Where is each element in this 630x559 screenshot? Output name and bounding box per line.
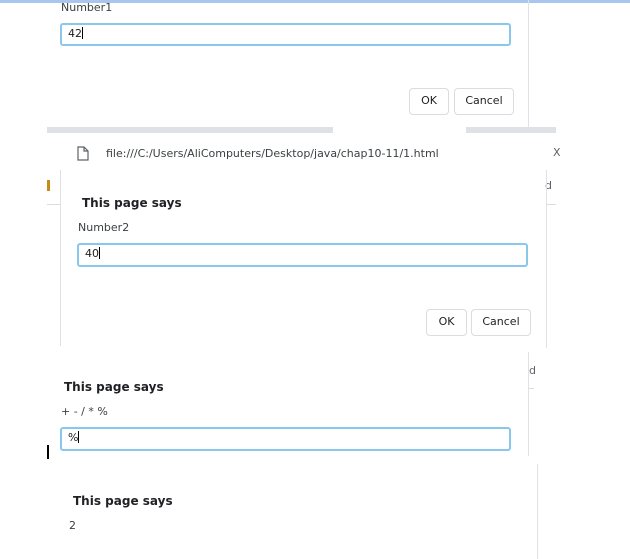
dialog2-left-border xyxy=(60,170,61,346)
dialog2-prompt-label: Number2 xyxy=(78,221,130,234)
dialog1-right-border xyxy=(528,0,529,128)
text-caret xyxy=(82,27,83,39)
text-caret xyxy=(99,247,100,259)
text-caret xyxy=(78,431,80,443)
page-divider-right xyxy=(546,204,556,205)
dialog3-prompt-input[interactable]: % xyxy=(60,427,511,451)
dialog2-prompt-input[interactable]: 40 xyxy=(77,243,528,267)
dialog2-title: This page says xyxy=(82,196,182,210)
tab-strip-left xyxy=(47,127,333,133)
dialog3-prompt-label: + - / * % xyxy=(61,405,108,418)
tab-strip-right xyxy=(466,127,556,133)
dialog2-cancel-button[interactable]: Cancel xyxy=(471,309,531,336)
page-divider-left xyxy=(47,204,61,205)
dialog2-right-border xyxy=(546,170,547,348)
page-icon xyxy=(77,146,89,161)
page-fragment-text-2: d xyxy=(529,364,536,377)
page-edge-cursor xyxy=(47,445,49,459)
page-edge-mark xyxy=(47,180,50,191)
dialog4-message: 2 xyxy=(69,519,76,532)
address-bar-url[interactable]: file:///C:/Users/AliComputers/Desktop/ja… xyxy=(106,147,439,160)
page-divider-3 xyxy=(529,388,534,389)
dialog4-title: This page says xyxy=(73,494,173,508)
dialog3-input-value: % xyxy=(68,431,79,444)
dialog2-ok-button[interactable]: OK xyxy=(426,309,467,336)
dialog2-input-value: 40 xyxy=(85,247,99,260)
dialog4-right-border xyxy=(537,464,538,559)
close-icon[interactable]: X xyxy=(553,146,561,159)
dialog1-prompt-input[interactable]: 42 xyxy=(60,23,511,46)
dialog1-prompt-label: Number1 xyxy=(61,1,113,14)
dialog1-ok-button[interactable]: OK xyxy=(409,88,449,115)
dialog1-input-value: 42 xyxy=(68,27,82,40)
dialog3-title: This page says xyxy=(64,380,164,394)
dialog1-cancel-button[interactable]: Cancel xyxy=(454,88,514,115)
